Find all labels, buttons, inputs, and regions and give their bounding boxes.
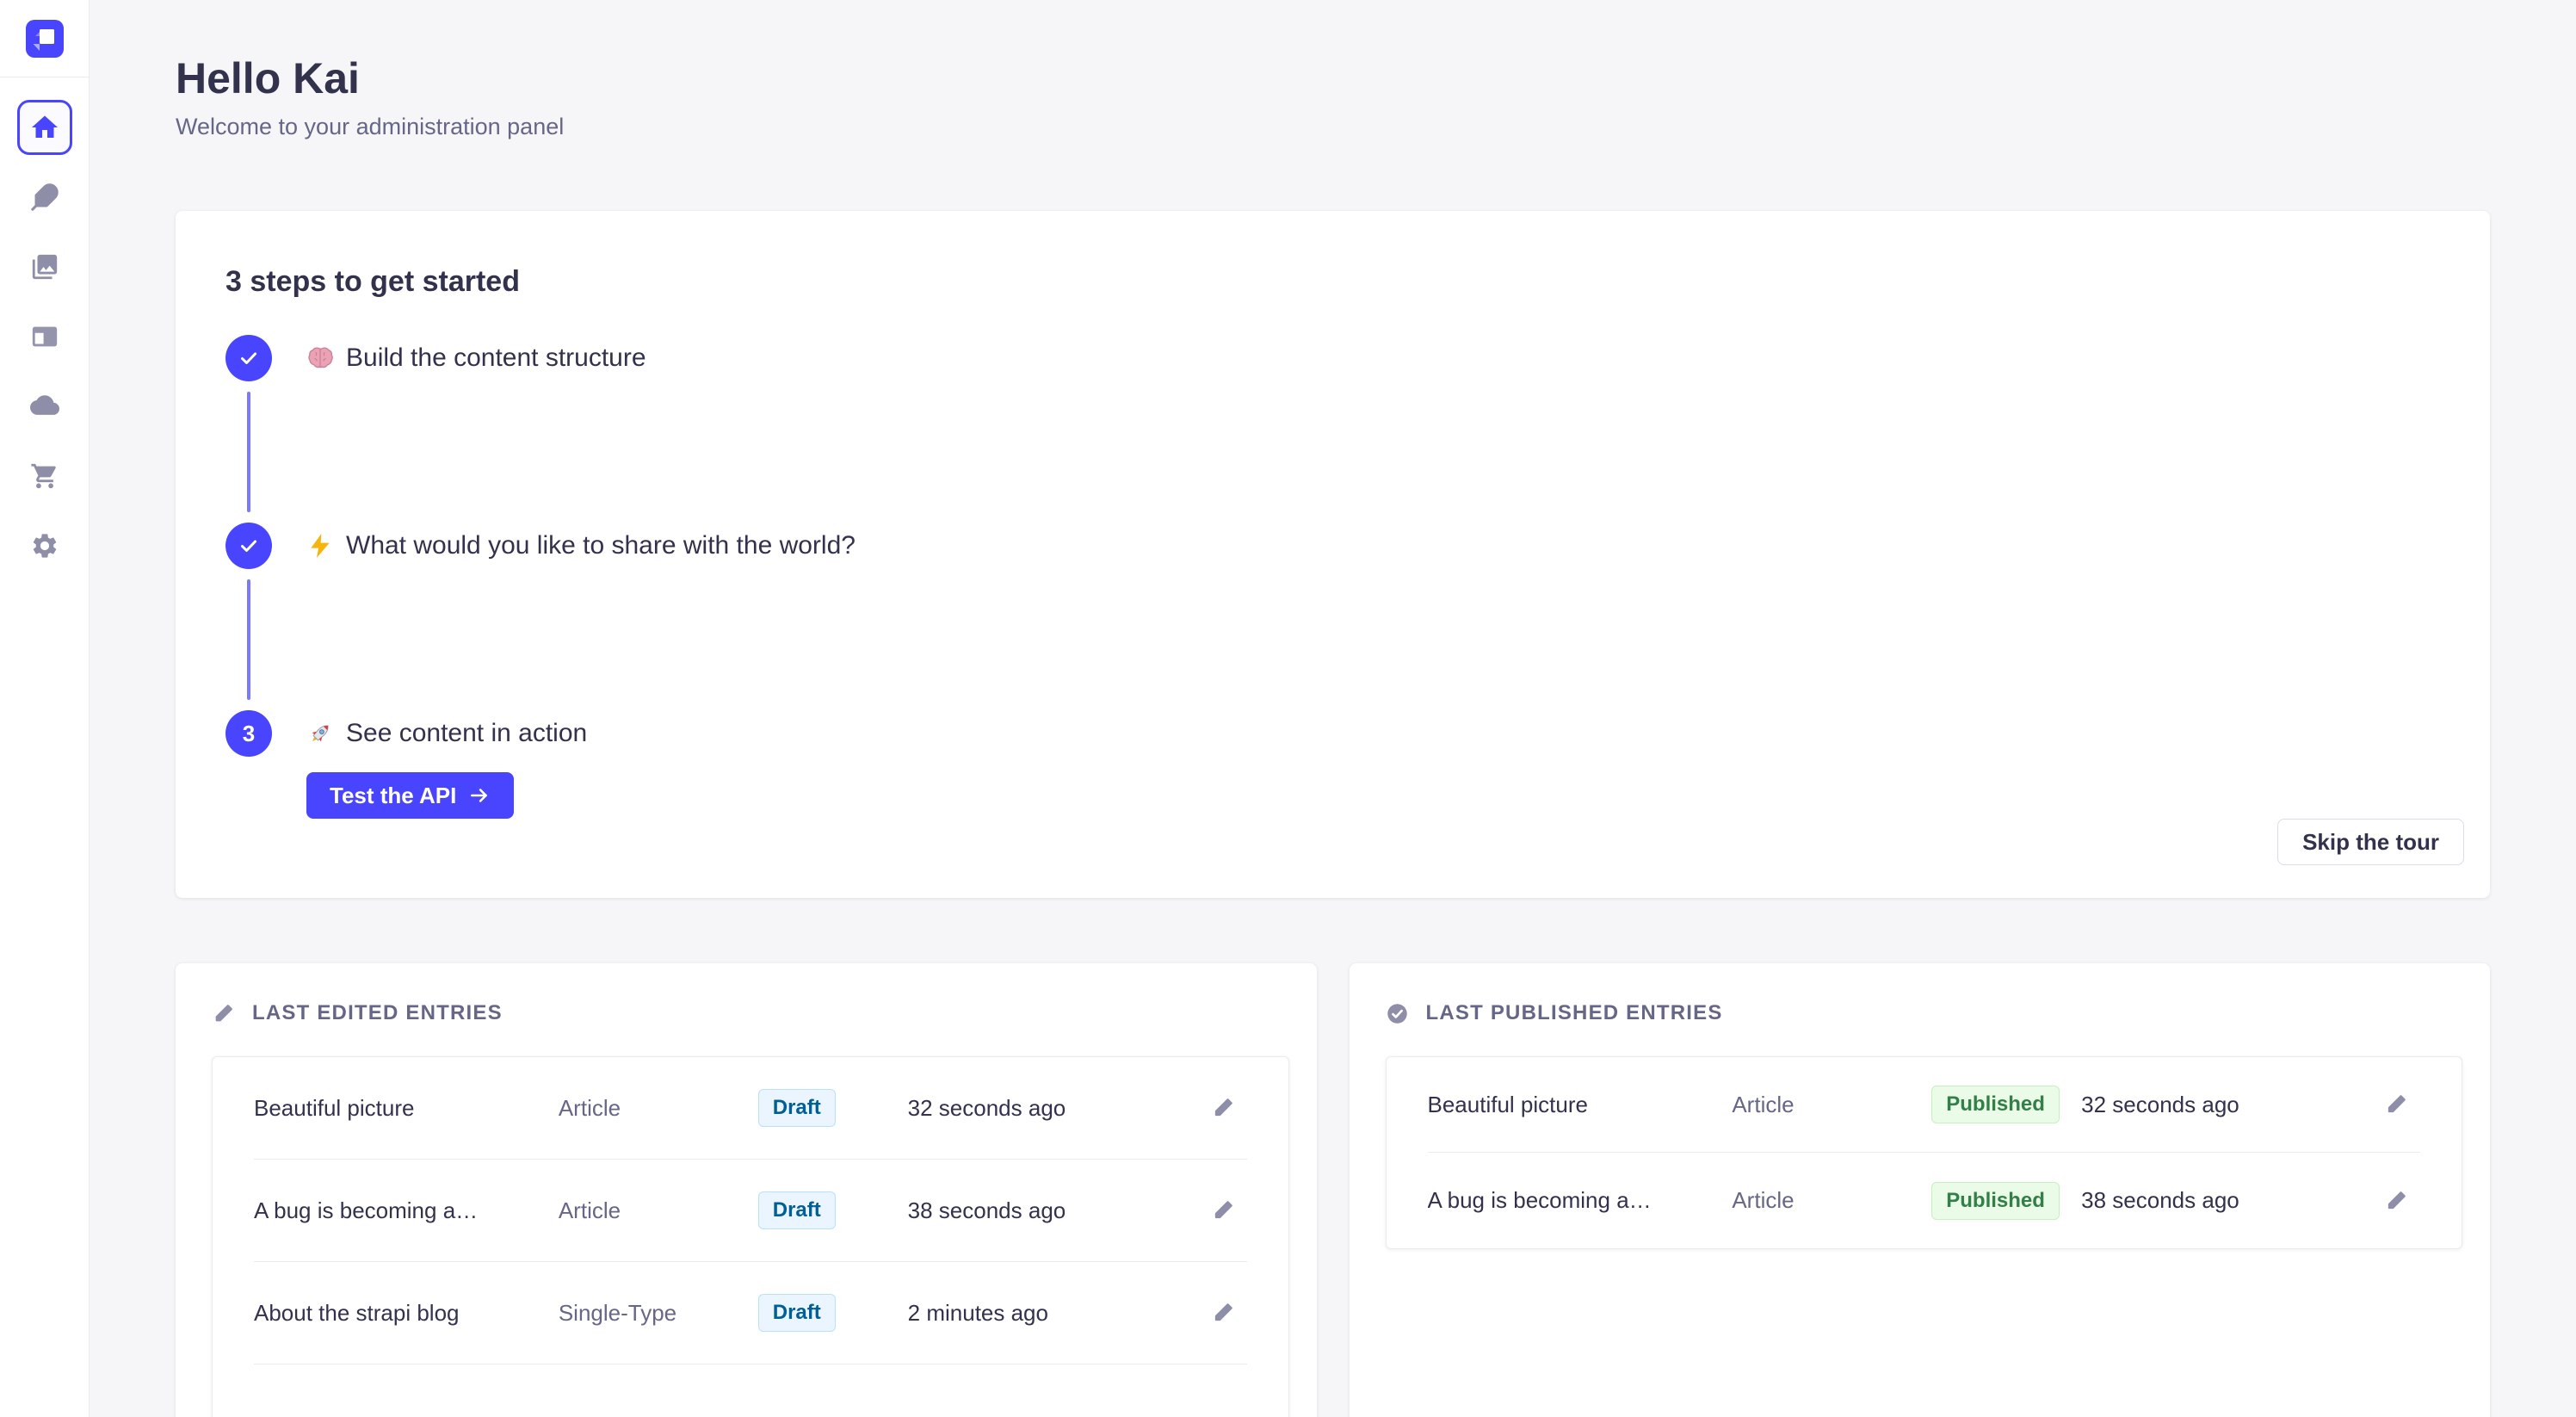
zap-emoji (306, 532, 334, 560)
onboarding-card: 3 steps to get started Build the content… (176, 211, 2490, 898)
last-edited-table: Beautiful picture Article Draft 32 secon… (212, 1056, 1289, 1417)
sidebar-item-content-type-builder[interactable] (17, 309, 72, 364)
cart-icon (30, 461, 59, 491)
check-icon (238, 535, 259, 556)
arrow-right-icon (468, 784, 491, 807)
status-badge: Draft (758, 1089, 836, 1127)
pencil-icon (212, 1002, 235, 1025)
layout-icon (30, 322, 59, 351)
table-row[interactable]: Beautiful picture Article Draft 32 secon… (254, 1057, 1247, 1160)
table-row[interactable]: About the strapi blog Single-Type Draft … (254, 1262, 1247, 1364)
gear-icon (30, 531, 59, 560)
sidebar-nav (0, 77, 89, 573)
brain-emoji (306, 344, 334, 372)
entry-title: About the strapi blog (254, 1300, 559, 1327)
page-subtitle: Welcome to your administration panel (176, 114, 2490, 140)
last-edited-heading: Last edited entries (252, 1001, 503, 1025)
status-badge: Published (1931, 1182, 2060, 1220)
entries-section: Last edited entries Beautiful picture Ar… (176, 963, 2490, 1417)
edit-entry-button[interactable] (2372, 1177, 2420, 1225)
last-published-table: Beautiful picture Article Published 32 s… (1386, 1056, 2463, 1249)
feather-icon (30, 183, 59, 212)
onboarding-steps: Build the content structure What would y… (225, 335, 2440, 819)
table-row[interactable]: A bug is becoming a… Article Draft 38 se… (254, 1160, 1247, 1262)
pencil-icon (1211, 1096, 1235, 1120)
workspace-header (0, 0, 89, 77)
step-1: Build the content structure (225, 335, 2440, 381)
sidebar-item-media-library[interactable] (17, 239, 72, 294)
step-3-number-badge: 3 (225, 710, 272, 757)
main-nav-sidebar (0, 0, 90, 1417)
entry-title: Beautiful picture (254, 1095, 559, 1122)
table-row[interactable]: Beautiful picture Article Published 32 s… (1428, 1057, 2421, 1153)
main-content: Hello Kai Welcome to your administration… (90, 0, 2576, 1417)
pencil-icon (2384, 1189, 2408, 1213)
strapi-logo-icon (26, 20, 64, 58)
step-1-label: Build the content structure (306, 343, 646, 373)
table-row[interactable]: A bug is becoming a… Article Published 3… (1428, 1153, 2421, 1248)
entry-time: 2 minutes ago (908, 1300, 1178, 1327)
pencil-icon (1211, 1301, 1235, 1325)
step-2-label: What would you like to share with the wo… (306, 531, 856, 560)
edit-entry-button[interactable] (1199, 1084, 1247, 1132)
step-connector (247, 579, 250, 700)
pencil-icon (2384, 1092, 2408, 1117)
skip-tour-button[interactable]: Skip the tour (2277, 819, 2464, 865)
check-circle-icon (1386, 1002, 1409, 1025)
check-icon (238, 348, 259, 368)
step-2: What would you like to share with the wo… (225, 523, 2440, 569)
entry-time: 38 seconds ago (908, 1197, 1178, 1224)
last-published-heading: Last published entries (1426, 1001, 1723, 1025)
step-3-title: See content in action (346, 719, 587, 748)
step-1-completed-badge (225, 335, 272, 381)
table-filler (213, 1364, 1288, 1417)
sidebar-item-home[interactable] (17, 100, 72, 155)
step-connector (247, 392, 250, 512)
entry-title: A bug is becoming a… (1428, 1187, 1733, 1214)
last-edited-header: Last edited entries (212, 1001, 1289, 1025)
images-icon (30, 252, 59, 282)
sidebar-item-content-manager[interactable] (17, 170, 72, 225)
page-title: Hello Kai (176, 52, 2490, 105)
entry-type: Article (1732, 1187, 1931, 1214)
pencil-icon (1211, 1198, 1235, 1222)
step-3: 3 See content in action (225, 710, 2440, 757)
status-badge: Draft (758, 1294, 836, 1332)
entry-title: A bug is becoming a… (254, 1197, 559, 1224)
last-published-header: Last published entries (1386, 1001, 2463, 1025)
cloud-icon (30, 392, 59, 421)
status-badge: Published (1931, 1086, 2060, 1123)
entry-title: Beautiful picture (1428, 1092, 1733, 1118)
home-icon (29, 112, 60, 143)
edit-entry-button[interactable] (2372, 1080, 2420, 1129)
last-published-card: Last published entries Beautiful picture… (1350, 963, 2491, 1417)
step-3-number: 3 (243, 721, 255, 747)
step-1-title: Build the content structure (346, 343, 646, 373)
entry-time: 32 seconds ago (908, 1095, 1178, 1122)
last-edited-card: Last edited entries Beautiful picture Ar… (176, 963, 1317, 1417)
edit-entry-button[interactable] (1199, 1186, 1247, 1234)
test-api-button[interactable]: Test the API (306, 772, 514, 819)
test-api-label: Test the API (330, 783, 456, 809)
entry-type: Article (1732, 1092, 1931, 1118)
entry-type: Article (559, 1197, 758, 1224)
step-2-title: What would you like to share with the wo… (346, 531, 856, 560)
entry-time: 38 seconds ago (2081, 1187, 2351, 1214)
entry-type: Single-Type (559, 1300, 758, 1327)
strapi-logo (26, 20, 64, 58)
entry-time: 32 seconds ago (2081, 1092, 2351, 1118)
sidebar-item-settings[interactable] (17, 518, 72, 573)
edit-entry-button[interactable] (1199, 1289, 1247, 1337)
onboarding-title: 3 steps to get started (225, 263, 2440, 300)
status-badge: Draft (758, 1191, 836, 1229)
step-3-label: See content in action (306, 719, 587, 748)
sidebar-item-cloud[interactable] (17, 379, 72, 434)
step-2-completed-badge (225, 523, 272, 569)
sidebar-item-marketplace[interactable] (17, 449, 72, 504)
rocket-emoji (306, 720, 334, 747)
entry-type: Article (559, 1095, 758, 1122)
